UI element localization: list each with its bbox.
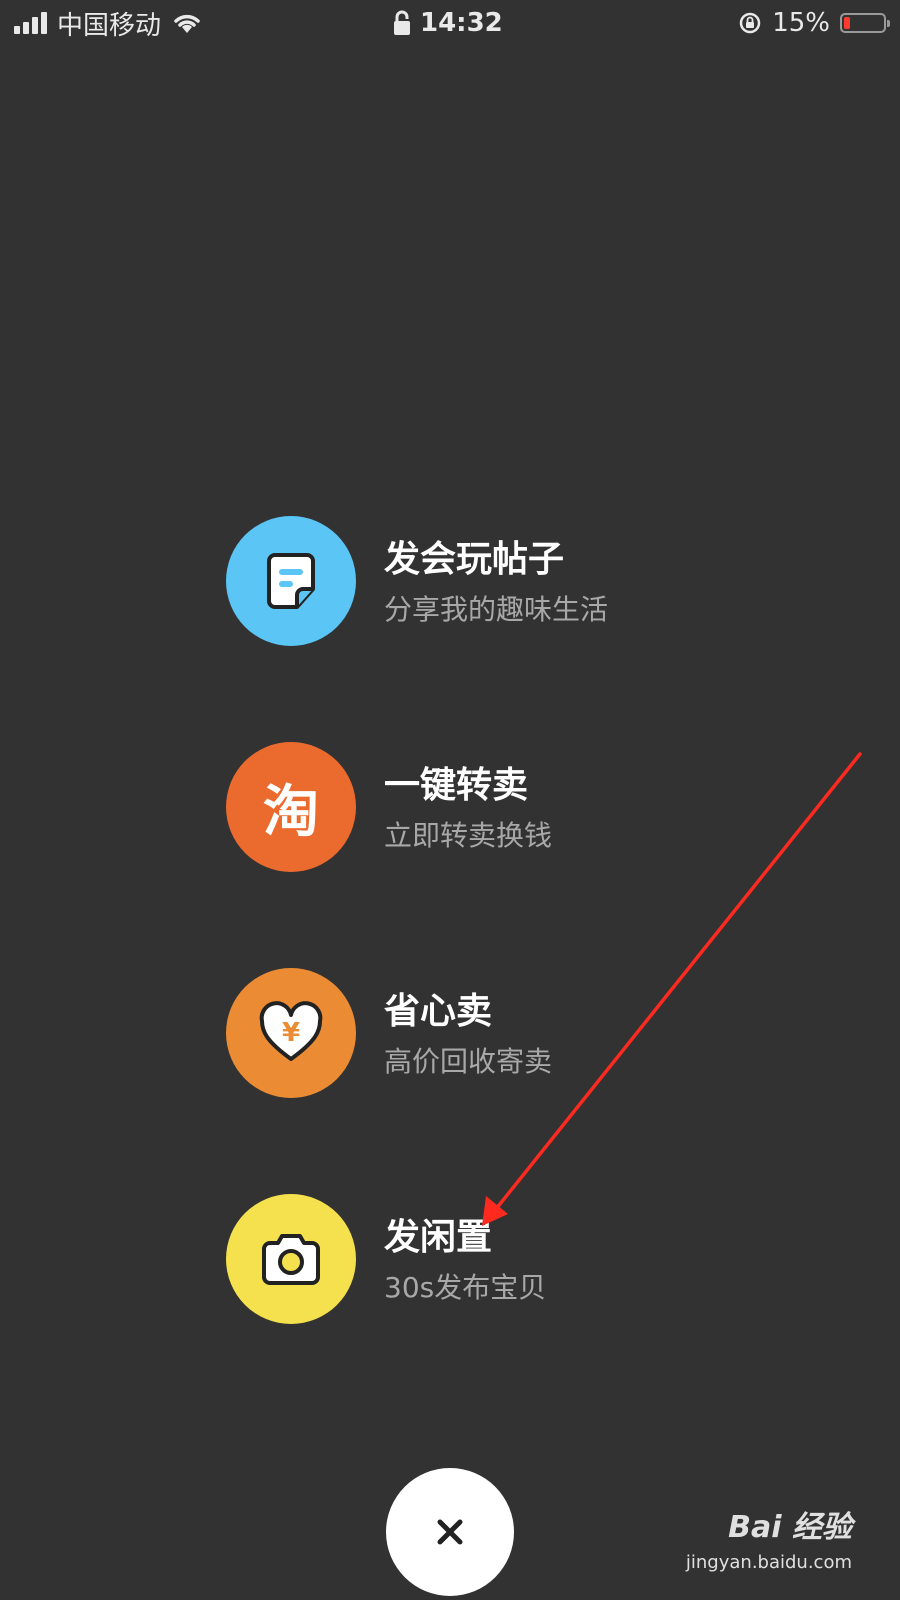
close-button[interactable]	[386, 1468, 514, 1596]
close-icon	[437, 1519, 463, 1545]
baidu-watermark: Bai 经验 jingyan.baidu.com	[682, 1502, 852, 1582]
publish-menu-screen: 中国移动 14:32 15% 发会玩帖子 分享我的趣味生活 淘 一键转卖 立即转…	[0, 0, 900, 1600]
watermark-brand: Bai 经验	[728, 1510, 852, 1545]
watermark-url: jingyan.baidu.com	[685, 1552, 852, 1573]
red-arrow-icon	[482, 752, 862, 1226]
